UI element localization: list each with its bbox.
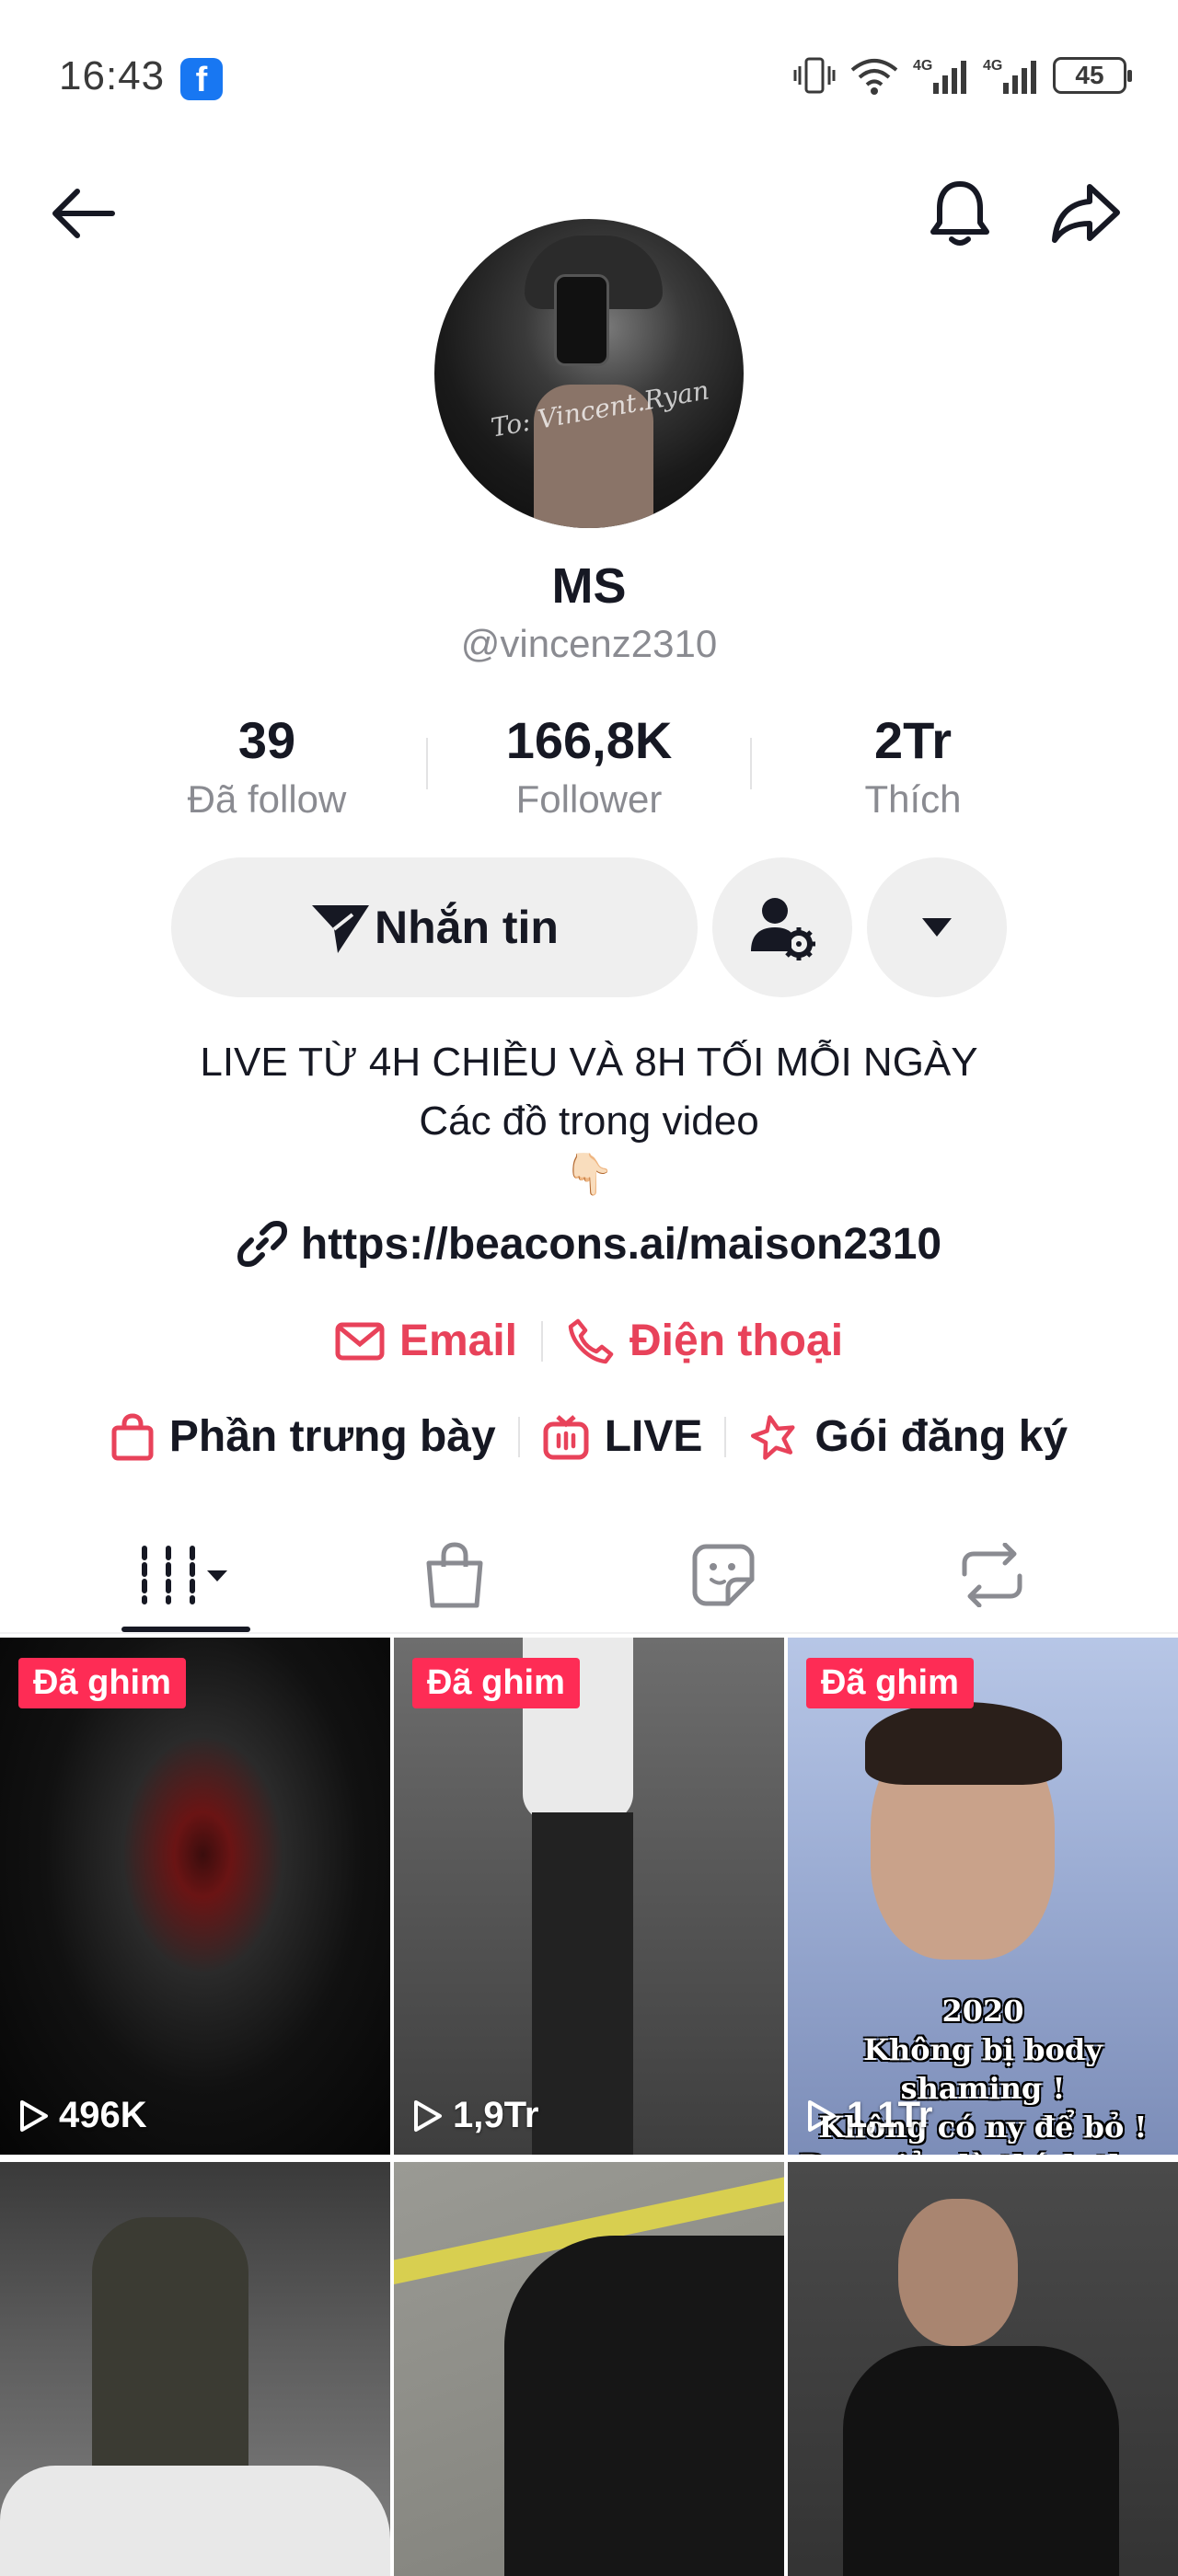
view-count: 1,9Tr xyxy=(412,2095,538,2136)
caption-line: 2020 xyxy=(941,1994,1024,2029)
video-thumbnail[interactable]: Đã ghim 1,9Tr xyxy=(394,1638,784,2155)
view-count: 496K xyxy=(18,2095,147,2136)
play-icon xyxy=(414,2099,442,2132)
send-icon xyxy=(312,905,369,953)
phone-label: Điện thoại xyxy=(629,1317,844,1365)
star-icon xyxy=(751,1414,795,1460)
thumbnail-face-shape xyxy=(898,2199,1018,2346)
tab-shop[interactable] xyxy=(363,1518,547,1632)
thumbnail-figure-shape xyxy=(843,2346,1119,2576)
repost-icon xyxy=(962,1543,1022,1607)
live-button[interactable]: LIVE xyxy=(520,1411,725,1462)
display-name: MS xyxy=(551,558,627,614)
tab-stickers[interactable] xyxy=(631,1518,815,1632)
pinned-badge: Đã ghim xyxy=(412,1658,580,1708)
wifi-icon xyxy=(850,59,898,95)
username: @vincenz2310 xyxy=(460,622,718,665)
back-button[interactable] xyxy=(46,177,120,250)
thumbnail-hair-shape xyxy=(865,1702,1062,1785)
avatar-phone-shape xyxy=(554,274,609,366)
stat-value: 166,8K xyxy=(505,711,673,769)
email-label: Email xyxy=(398,1317,518,1365)
profile-avatar[interactable]: To: Vincent.Ryan xyxy=(434,219,744,528)
bio-line-1: LIVE TỪ 4H CHIỀU VÀ 8H TỐI MỖI NGÀY xyxy=(200,1040,978,1085)
video-thumbnail[interactable]: Đã ghim 2020 Không bị body shaming ! Khô… xyxy=(788,1638,1178,2155)
video-thumbnail[interactable] xyxy=(0,2162,390,2576)
video-thumbnail[interactable] xyxy=(394,2162,784,2576)
status-time: 16:43 xyxy=(59,53,166,98)
more-dropdown-button[interactable] xyxy=(867,857,1007,997)
stat-label: Đã follow xyxy=(187,777,347,821)
caret-down-icon xyxy=(922,918,952,937)
follow-options-button[interactable] xyxy=(712,857,852,997)
stat-value: 2Tr xyxy=(873,711,953,769)
view-count: 1,1Tr xyxy=(806,2095,932,2136)
svg-text:4G: 4G xyxy=(913,58,932,74)
link-icon xyxy=(237,1221,287,1267)
showcase-label: Phần trưng bày xyxy=(168,1412,496,1461)
svg-text:4G: 4G xyxy=(983,58,1002,74)
pinned-badge: Đã ghim xyxy=(18,1658,186,1708)
battery-indicator: 45 xyxy=(1053,57,1132,94)
bell-icon xyxy=(930,181,989,246)
phone-icon xyxy=(568,1318,614,1363)
share-arrow-icon xyxy=(1052,184,1120,243)
play-icon xyxy=(20,2099,48,2132)
stat-divider xyxy=(750,738,752,789)
stat-label: Thích xyxy=(864,777,962,821)
facebook-notification-icon: f xyxy=(180,58,223,100)
view-count-label: 1,9Tr xyxy=(453,2095,539,2135)
tabs-divider xyxy=(0,1632,1178,1634)
thumbnail-figure-shape xyxy=(532,1812,633,2155)
bio-line-2: Các đồ trong video xyxy=(419,1098,759,1144)
live-tv-icon xyxy=(543,1414,589,1459)
stat-likes[interactable]: 2Tr Thích xyxy=(766,710,1060,822)
profile-link[interactable]: https://beacons.ai/maison2310 xyxy=(0,1218,1178,1270)
email-button[interactable]: Email xyxy=(311,1316,541,1366)
video-thumbnail[interactable]: Đã ghim 496K xyxy=(0,1638,390,2155)
thumbnail-figure-shape xyxy=(504,2236,784,2576)
feature-row: Phần trưng bày LIVE Gói đăng ký xyxy=(0,1411,1178,1462)
profile-stats: 39 Đã follow 166,8K Follower 2Tr Thích xyxy=(0,710,1178,830)
phone-button[interactable]: Điện thoại xyxy=(543,1316,867,1366)
user-settings-icon xyxy=(751,898,815,960)
videos-grid-icon xyxy=(142,1546,227,1604)
pinned-badge: Đã ghim xyxy=(806,1658,974,1708)
showcase-button[interactable]: Phần trưng bày xyxy=(88,1411,518,1462)
signal-4g-icon: 4G xyxy=(913,58,966,94)
shopping-bag-icon xyxy=(111,1412,154,1460)
view-count-label: 1,1Tr xyxy=(847,2095,933,2135)
live-label: LIVE xyxy=(604,1412,703,1461)
tab-reposts[interactable] xyxy=(900,1518,1084,1632)
caption-line: Đơn giản là thích thay xyxy=(788,2146,1178,2155)
back-arrow-icon xyxy=(52,189,115,238)
message-button[interactable]: Nhắn tin xyxy=(171,857,698,997)
subscription-button[interactable]: Gói đăng ký xyxy=(726,1411,1090,1462)
signal-4g-icon: 4G xyxy=(983,58,1036,94)
play-icon xyxy=(808,2099,836,2132)
notification-button[interactable] xyxy=(923,177,997,250)
video-thumbnail[interactable] xyxy=(788,2162,1178,2576)
content-tabs xyxy=(0,1518,1178,1632)
view-count-label: 496K xyxy=(59,2095,147,2135)
stat-label: Follower xyxy=(515,777,663,821)
stat-divider xyxy=(426,738,428,789)
tab-videos[interactable] xyxy=(94,1518,278,1632)
status-bar: 16:43 f 4G 4G 45 xyxy=(0,0,1178,156)
contact-row: Email Điện thoại xyxy=(0,1316,1178,1366)
sticker-icon xyxy=(692,1544,755,1606)
status-icons: 4G 4G 45 xyxy=(793,55,1132,96)
profile-link-text: https://beacons.ai/maison2310 xyxy=(300,1219,942,1269)
thumbnail-motorbike-shape xyxy=(0,2466,390,2576)
stat-followers[interactable]: 166,8K Follower xyxy=(442,710,736,822)
share-button[interactable] xyxy=(1049,177,1123,250)
stat-following[interactable]: 39 Đã follow xyxy=(120,710,414,822)
subscription-label: Gói đăng ký xyxy=(814,1412,1068,1461)
bio-emoji: 👇🏻 xyxy=(563,1152,615,1197)
shopping-bag-icon xyxy=(426,1542,483,1608)
stat-value: 39 xyxy=(237,711,296,769)
message-button-label: Nhắn tin xyxy=(375,902,559,953)
vibrate-icon xyxy=(793,57,836,94)
mail-icon xyxy=(335,1322,385,1360)
